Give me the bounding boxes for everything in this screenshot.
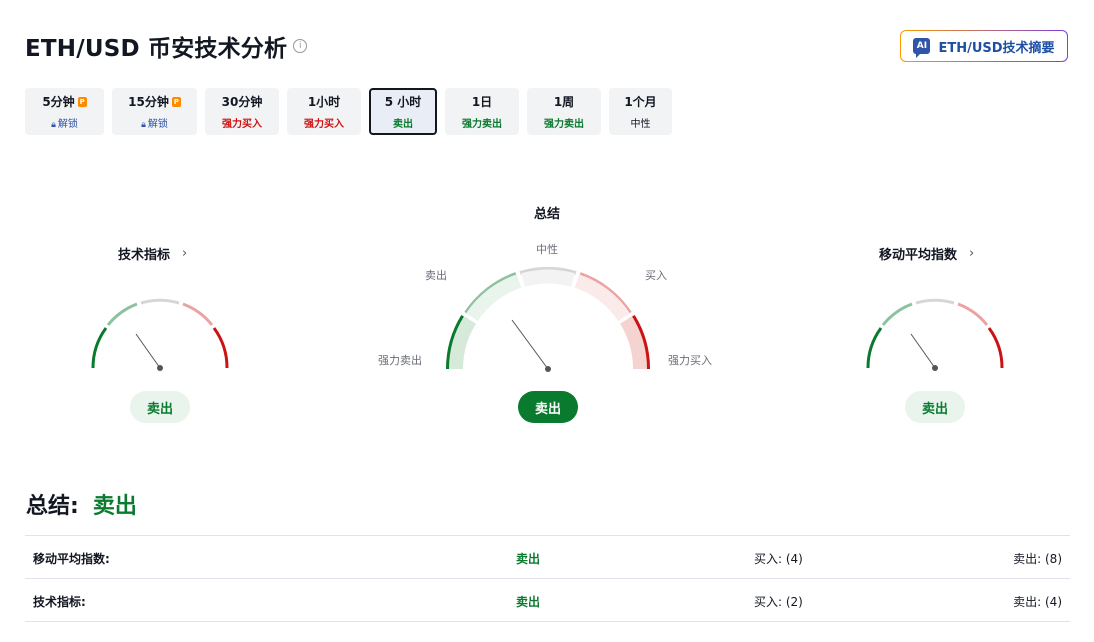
premium-icon: P xyxy=(77,96,87,107)
row-sell-count: 卖出: (8) xyxy=(1013,552,1062,566)
tab-status: 强力卖出 xyxy=(462,119,502,130)
ai-chat-icon: AI xyxy=(913,38,931,58)
row-buy-count: 买入: (4) xyxy=(754,552,803,566)
moving-averages-result-badge: 卖出 xyxy=(905,391,965,423)
row-signal: 卖出 xyxy=(516,595,541,609)
tab-label: 5 小时 xyxy=(384,95,422,109)
summary-gauge-title: 总结 xyxy=(534,207,561,222)
tab-1w[interactable]: 1周 强力卖出 xyxy=(527,88,601,135)
oscillators-title[interactable]: 技术指标 › xyxy=(118,244,187,263)
table-row: 技术指标: 卖出 买入: (2) 卖出: (4) xyxy=(25,578,1070,622)
tab-status: 强力买入 xyxy=(304,119,344,130)
tab-1h[interactable]: 1小时 强力买入 xyxy=(287,88,361,135)
row-name: 移动平均指数: xyxy=(33,552,110,566)
tab-label: 15分钟 xyxy=(128,95,169,109)
summary-value: 卖出 xyxy=(92,494,137,519)
label-strong-sell: 强力卖出 xyxy=(378,354,422,367)
tab-label: 1个月 xyxy=(624,95,657,109)
ai-summary-button[interactable]: AI ETH/USD技术摘要 xyxy=(900,30,1068,62)
tab-status: 中性 xyxy=(630,119,651,130)
lock-icon: 🔒︎ xyxy=(141,120,146,130)
tab-label: 1小时 xyxy=(307,95,341,109)
moving-averages-title-text: 移动平均指数 xyxy=(879,248,958,263)
oscillators-title-text: 技术指标 xyxy=(118,248,171,263)
tab-status: 解锁 xyxy=(57,119,78,130)
oscillators-result-badge: 卖出 xyxy=(130,391,190,423)
tab-status: 强力卖出 xyxy=(544,119,584,130)
page-title: ETH/USD 币安技术分析 xyxy=(25,36,288,62)
lock-icon: 🔒︎ xyxy=(51,120,56,130)
summary-label: 总结: xyxy=(26,494,79,519)
title-row: ETH/USD 币安技术分析 i xyxy=(25,28,308,64)
tab-5m[interactable]: 5分钟 P 🔒︎ 解锁 xyxy=(25,88,104,135)
tab-1M[interactable]: 1个月 中性 xyxy=(609,88,672,135)
tab-status: 强力买入 xyxy=(222,119,262,130)
info-icon[interactable]: i xyxy=(293,39,308,53)
oscillators-gauge xyxy=(91,298,229,371)
tab-status: 卖出 xyxy=(393,119,413,130)
ai-summary-label: ETH/USD技术摘要 xyxy=(938,40,1055,56)
tab-label: 5分钟 xyxy=(42,95,75,109)
label-strong-buy: 强力买入 xyxy=(668,354,712,367)
label-neutral: 中性 xyxy=(536,243,558,256)
tab-status: 解锁 xyxy=(147,119,168,130)
summary-heading: 总结: 卖出 xyxy=(26,488,137,520)
summary-table: 移动平均指数: 卖出 买入: (4) 卖出: (8) 技术指标: 卖出 买入: … xyxy=(25,535,1070,622)
tab-label: 1日 xyxy=(471,95,493,109)
summary-gauge xyxy=(445,267,651,372)
chevron-right-icon: › xyxy=(182,246,188,261)
tab-1d[interactable]: 1日 强力卖出 xyxy=(445,88,519,135)
chevron-right-icon: › xyxy=(969,246,975,261)
tab-label: 30分钟 xyxy=(221,95,263,109)
tab-30m[interactable]: 30分钟 强力买入 xyxy=(205,88,279,135)
moving-averages-title[interactable]: 移动平均指数 › xyxy=(879,244,974,263)
premium-icon: P xyxy=(171,96,181,107)
row-buy-count: 买入: (2) xyxy=(754,595,803,609)
timeframe-tabs: 5分钟 P 🔒︎ 解锁 15分钟 P 🔒︎ 解锁 30分钟 强力买入 1小时 强力买入 … xyxy=(25,88,672,135)
summary-result-badge: 卖出 xyxy=(518,391,578,423)
row-signal: 卖出 xyxy=(516,552,541,566)
table-row: 移动平均指数: 卖出 买入: (4) 卖出: (8) xyxy=(25,535,1070,578)
moving-averages-gauge xyxy=(866,298,1004,371)
row-name: 技术指标: xyxy=(33,595,86,609)
tab-5h[interactable]: 5 小时 卖出 xyxy=(369,88,437,135)
tab-15m[interactable]: 15分钟 P 🔒︎ 解锁 xyxy=(112,88,197,135)
tab-label: 1周 xyxy=(553,95,575,109)
row-sell-count: 卖出: (4) xyxy=(1013,595,1062,609)
